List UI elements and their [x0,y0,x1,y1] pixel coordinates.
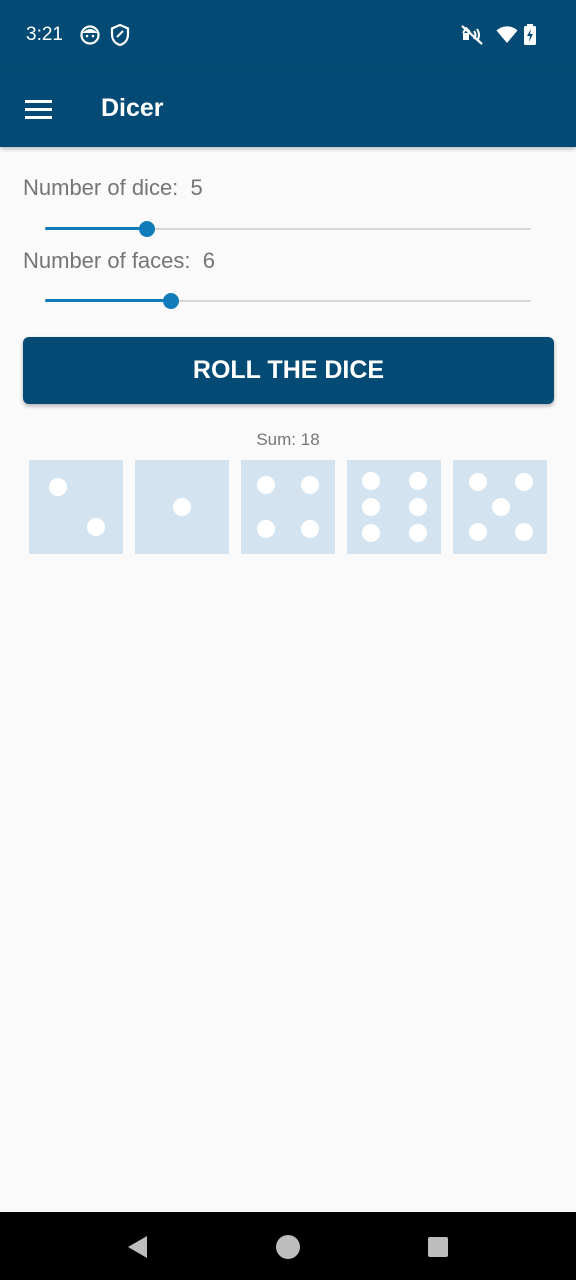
wifi-icon [496,26,518,43]
slider-thumb[interactable] [163,293,180,309]
shield-icon [110,23,130,47]
back-icon[interactable] [125,1234,151,1260]
die-pip [408,471,427,490]
die-pip [300,476,319,495]
face-icon [80,25,100,45]
die-pip [361,498,380,516]
die-pip [173,498,191,516]
faces-count-label: Number of faces: 6 [23,248,215,273]
die-pip [257,519,276,538]
slider-fill [45,227,148,230]
die-pip [491,498,510,516]
die-face-1 [29,460,123,554]
die-pip [49,478,68,497]
die-face-5 [453,460,547,554]
die-pip [469,523,488,542]
die-pip [86,517,105,536]
die-pip [408,524,427,543]
recents-icon[interactable] [425,1234,451,1260]
hamburger-menu-icon[interactable] [22,92,56,126]
die-pip [514,472,533,491]
battery-charging-icon [524,24,536,45]
die-pip [361,471,380,490]
status-time: 3:21 [26,24,63,45]
die-pip [257,476,276,495]
slider-fill [45,299,172,302]
status-bar: 3:21 [0,0,576,70]
die-face-2 [135,460,229,554]
die-pip [361,524,380,543]
app-bar: Dicer [0,70,576,147]
die-pip [300,519,319,538]
die-pip [469,472,488,491]
navigation-bar [0,1212,576,1280]
dice-row [29,460,549,554]
vibrate-off-icon [461,25,483,45]
dice-count-label: Number of dice: 5 [23,175,203,200]
die-face-4 [347,460,441,554]
faces-count-slider[interactable] [45,291,531,311]
die-face-3 [241,460,335,554]
slider-thumb[interactable] [139,221,156,237]
die-pip [514,523,533,542]
app-title: Dicer [101,94,164,122]
dice-count-slider[interactable] [45,219,531,239]
sum-text: Sum: 18 [256,430,320,449]
die-pip [408,498,427,516]
roll-dice-button[interactable]: ROLL THE DICE [23,337,554,404]
home-icon[interactable] [275,1234,301,1260]
